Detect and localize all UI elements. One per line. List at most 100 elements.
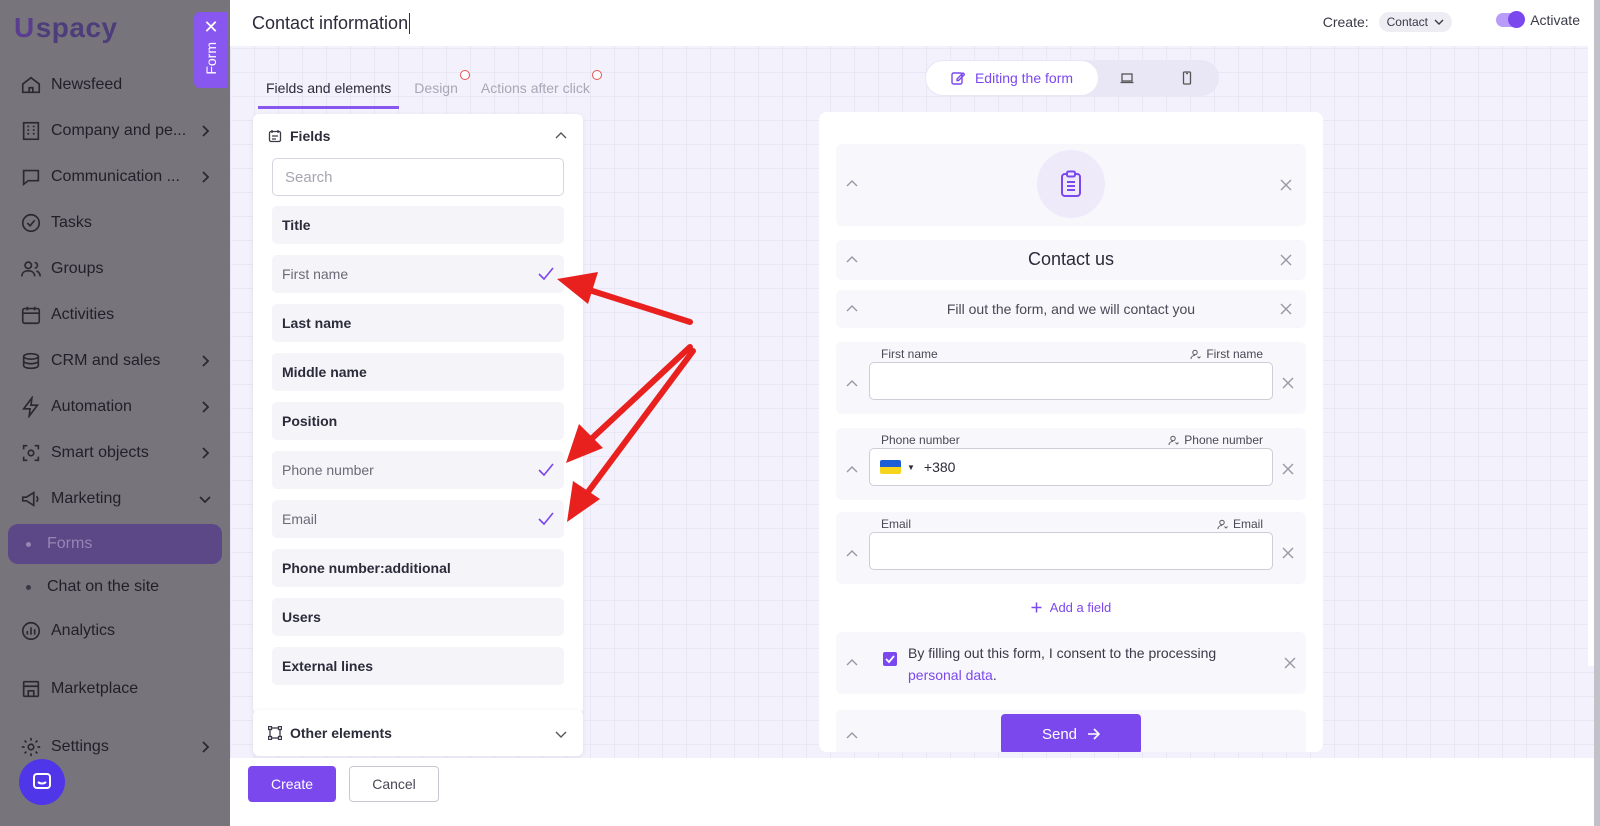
tab-label: Actions after click [480, 80, 590, 96]
preview-field-first-name[interactable]: First name First name [836, 342, 1306, 414]
preview-logo-block[interactable] [836, 144, 1306, 226]
fields-search-input[interactable] [272, 158, 564, 196]
field-item-last-name[interactable]: Last name [272, 304, 564, 342]
field-item-users[interactable]: Users [272, 598, 564, 636]
field-item-title[interactable]: Title [272, 206, 564, 244]
field-label: External lines [282, 658, 374, 674]
clipboard-icon [1061, 170, 1081, 197]
activate-toggle-group[interactable]: Activate [1496, 11, 1580, 28]
close-icon[interactable]: ✕ [203, 18, 218, 36]
fields-panel-header[interactable]: Fields [253, 114, 583, 158]
create-button[interactable]: Create [248, 766, 336, 802]
chevron-up-icon[interactable] [846, 657, 858, 669]
chevron-up-icon[interactable] [846, 548, 858, 560]
chevron-up-icon[interactable] [846, 178, 858, 190]
email-input[interactable] [869, 532, 1273, 570]
tab-design[interactable]: Design [406, 70, 470, 109]
calendar-icon [21, 306, 41, 325]
alert-badge-icon [459, 70, 470, 80]
editing-mode-button[interactable]: Editing the form [926, 61, 1098, 95]
checkmark-icon [538, 267, 554, 281]
close-icon[interactable] [1282, 547, 1294, 559]
create-entity-select[interactable]: Contact [1378, 12, 1452, 32]
field-item-middle-name[interactable]: Middle name [272, 353, 564, 391]
caret-down-icon[interactable]: ▼ [907, 463, 915, 472]
edit-icon [951, 72, 965, 85]
nav-item-smart-objects[interactable]: Smart objects [0, 430, 230, 476]
editor-footer: Create Cancel [230, 758, 1594, 826]
preview-subtitle-block[interactable]: Fill out the form, and we will contact y… [836, 290, 1306, 328]
desktop-preview-icon[interactable] [1120, 71, 1134, 85]
tab-fields-and-elements[interactable]: Fields and elements [258, 70, 400, 109]
logo-mark: U [14, 12, 35, 43]
create-select-value: Contact [1386, 15, 1428, 29]
add-field-button[interactable]: Add a field [819, 600, 1323, 615]
nav-label: Company and pe... [51, 122, 187, 139]
close-icon[interactable] [1280, 179, 1292, 191]
nav-label: Communication ... [51, 168, 180, 185]
support-chat-button[interactable] [19, 759, 65, 805]
form-tab-label: Form [203, 42, 219, 75]
mobile-preview-icon[interactable] [1180, 71, 1194, 85]
fields-panel-title: Fields [290, 128, 331, 144]
nav-item-automation[interactable]: Automation [0, 384, 230, 430]
preview-send-block[interactable]: Send [836, 710, 1306, 752]
nav-item-analytics[interactable]: Analytics [0, 608, 230, 654]
nav-label: Marketplace [51, 680, 139, 697]
chevron-right-icon [202, 125, 210, 137]
close-icon[interactable] [1280, 254, 1292, 266]
close-icon[interactable] [1280, 303, 1292, 315]
bullet-dot [26, 584, 31, 590]
close-icon[interactable] [1282, 463, 1294, 475]
nav-item-communication[interactable]: Communication ... [0, 154, 230, 200]
field-item-position[interactable]: Position [272, 402, 564, 440]
other-elements-title: Other elements [290, 725, 392, 741]
create-entity-group: Create: Contact [1323, 12, 1452, 32]
phone-number-input[interactable]: ▼ +380 [869, 448, 1273, 486]
uspacy-logo[interactable]: Uspacy [14, 8, 118, 48]
field-item-external-lines[interactable]: External lines [272, 647, 564, 685]
nav-item-company[interactable]: Company and pe... [0, 108, 230, 154]
field-item-phone-number[interactable]: Phone number [272, 451, 564, 489]
tab-actions-after-click[interactable]: Actions after click [473, 70, 602, 109]
nav-item-crm[interactable]: CRM and sales [0, 338, 230, 384]
field-label: Last name [282, 315, 352, 331]
nav-sub-chat-on-site[interactable]: Chat on the site [0, 566, 230, 608]
nav-item-activities[interactable]: Activities [0, 292, 230, 338]
crm-mapping: First name [1190, 347, 1263, 361]
chevron-up-icon[interactable] [846, 464, 858, 476]
nav-item-groups[interactable]: Groups [0, 246, 230, 292]
chevron-up-icon[interactable] [555, 130, 567, 142]
first-name-input[interactable] [869, 362, 1273, 400]
ukraine-flag-icon[interactable] [880, 460, 901, 474]
preview-field-phone[interactable]: Phone number Phone number ▼ +380 [836, 428, 1306, 500]
send-button[interactable]: Send [1001, 714, 1141, 752]
chevron-up-icon[interactable] [846, 378, 858, 390]
form-side-tab[interactable]: ✕ Form [194, 12, 228, 88]
field-item-first-name[interactable]: First name [272, 255, 564, 293]
preview-title-block[interactable]: Contact us [836, 240, 1306, 280]
nav-sub-forms[interactable]: Forms [8, 524, 222, 564]
nav-item-marketing[interactable]: Marketing [0, 476, 230, 522]
editor-topbar: Contact information Create: Contact Acti… [230, 0, 1594, 46]
form-title-input[interactable]: Contact information [252, 12, 411, 34]
activate-toggle[interactable] [1496, 11, 1526, 28]
personal-data-link[interactable]: personal data [908, 667, 993, 683]
chevron-down-icon [199, 496, 211, 504]
cancel-button[interactable]: Cancel [349, 766, 439, 802]
consent-checkbox[interactable] [883, 652, 897, 666]
elements-icon [268, 726, 282, 740]
nav-item-marketplace[interactable]: Marketplace [0, 666, 230, 712]
field-label: Title [282, 217, 311, 233]
other-elements-panel[interactable]: Other elements [253, 710, 583, 756]
nav-item-tasks[interactable]: Tasks [0, 200, 230, 246]
close-icon[interactable] [1282, 377, 1294, 389]
chevron-up-icon[interactable] [846, 730, 858, 742]
field-item-phone-additional[interactable]: Phone number:additional [272, 549, 564, 587]
close-icon[interactable] [1284, 657, 1296, 669]
field-item-email[interactable]: Email [272, 500, 564, 538]
bolt-icon [22, 396, 40, 418]
preview-consent-block[interactable]: By filling out this form, I consent to t… [836, 632, 1306, 694]
crm-mapping-label: Email [1232, 517, 1263, 531]
preview-field-email[interactable]: Email Email [836, 512, 1306, 584]
